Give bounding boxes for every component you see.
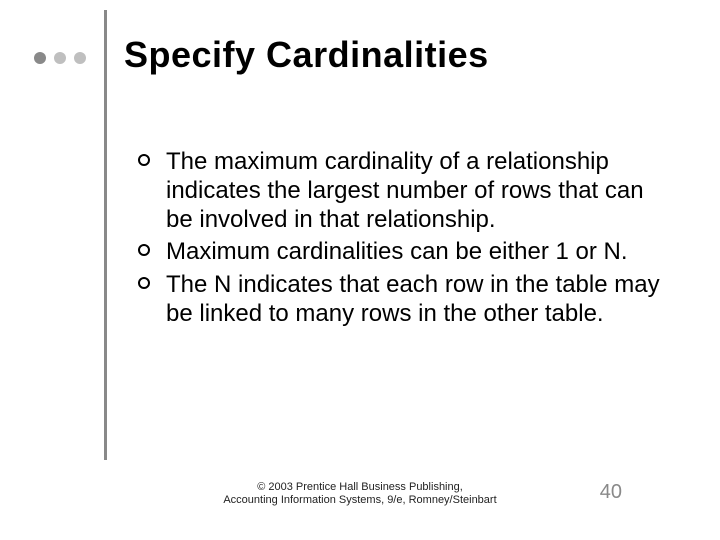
slide: Specify Cardinalities The maximum cardin… — [0, 0, 720, 540]
bullet-item: Maximum cardinalities can be either 1 or… — [138, 238, 668, 267]
slide-title: Specify Cardinalities — [124, 34, 489, 76]
slide-body: The maximum cardinality of a relationshi… — [138, 148, 668, 333]
bullet-item: The maximum cardinality of a relationshi… — [138, 148, 668, 234]
circle-bullet-icon — [138, 244, 150, 256]
bullet-text: The N indicates that each row in the tab… — [166, 271, 660, 327]
page-number: 40 — [600, 481, 622, 504]
dot-icon — [34, 52, 46, 64]
bullet-text: Maximum cardinalities can be either 1 or… — [166, 238, 628, 265]
bullet-text: The maximum cardinality of a relationshi… — [166, 148, 644, 233]
circle-bullet-icon — [138, 277, 150, 289]
decorative-dots — [34, 52, 86, 64]
bullet-item: The N indicates that each row in the tab… — [138, 271, 668, 329]
circle-bullet-icon — [138, 154, 150, 166]
vertical-divider — [104, 10, 107, 460]
dot-icon — [74, 52, 86, 64]
dot-icon — [54, 52, 66, 64]
